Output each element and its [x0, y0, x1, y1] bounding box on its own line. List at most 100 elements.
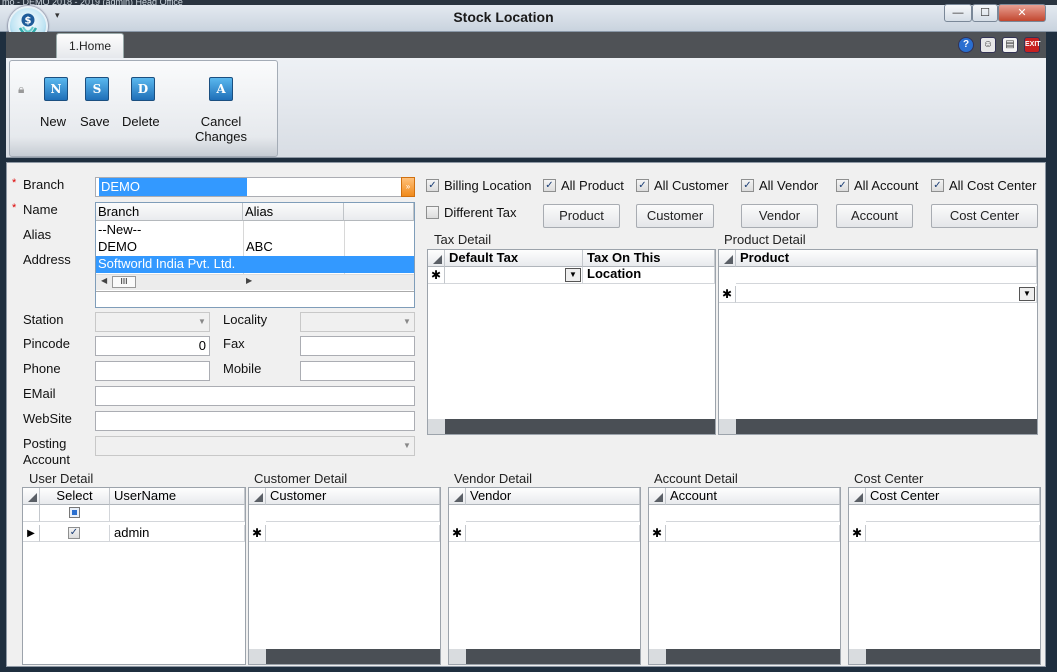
default-tax-cell[interactable]: ▼ [445, 267, 583, 284]
scroll-left-icon[interactable]: ◀ [101, 276, 107, 285]
billing-location-label: Billing Location [444, 178, 532, 193]
all-customer-checkbox[interactable]: ✓ [636, 179, 649, 192]
tax-col-tax-on-location[interactable]: Tax On This Location [583, 250, 715, 281]
delete-button[interactable]: D Delete [122, 77, 164, 129]
dropdown-horizontal-scrollbar[interactable]: ◀ III ▶ [96, 274, 414, 290]
cost-center-col[interactable]: Cost Center [866, 488, 1040, 505]
lock-icon: 🔒︎ [18, 82, 25, 96]
all-vendor-label: All Vendor [759, 178, 819, 193]
user-select-cell[interactable]: ✓ [40, 525, 110, 542]
customer-col[interactable]: Customer [266, 488, 440, 505]
product-detail-grid: Product ✱ ▼ [718, 249, 1038, 435]
product-col-product[interactable]: Product [736, 250, 1037, 267]
tab-home[interactable]: 1.Home [56, 33, 124, 58]
new-row-marker-icon: ✱ [249, 525, 266, 542]
website-input[interactable] [95, 411, 415, 431]
minimize-button[interactable]: — [944, 4, 972, 22]
station-combo[interactable]: ▼ [95, 312, 210, 332]
locality-combo[interactable]: ▼ [300, 312, 415, 332]
tax-col-default-tax[interactable]: Default Tax [445, 250, 583, 267]
scroll-thumb[interactable]: III [112, 276, 136, 288]
product-cell[interactable]: ▼ [736, 286, 1037, 303]
pincode-label: Pincode [23, 336, 70, 351]
chevron-down-icon: ▼ [403, 441, 411, 450]
exit-icon[interactable]: EXIT [1024, 37, 1041, 53]
account-detail-grid: Account ✱ [648, 487, 841, 665]
new-icon: N [44, 77, 68, 101]
help-icon[interactable]: ? [958, 37, 974, 53]
customer-button[interactable]: Customer [636, 204, 714, 228]
new-button[interactable]: N New [40, 77, 72, 129]
user-col-select[interactable]: Select [40, 488, 110, 505]
save-icon: S [85, 77, 109, 101]
mobile-input[interactable] [300, 361, 415, 381]
phone-input[interactable] [95, 361, 210, 381]
pincode-input[interactable]: 0 [95, 336, 210, 356]
all-account-checkbox[interactable]: ✓ [836, 179, 849, 192]
all-cost-center-checkbox[interactable]: ✓ [931, 179, 944, 192]
grid-corner [249, 488, 266, 505]
username-cell[interactable]: admin [110, 525, 245, 542]
account-button[interactable]: Account [836, 204, 913, 228]
branch-combo[interactable]: DEMO » [95, 177, 415, 197]
save-button[interactable]: S Save [80, 77, 114, 129]
chevron-down-icon[interactable]: ▼ [1019, 287, 1035, 301]
select-all-cell[interactable] [40, 505, 110, 522]
all-vendor-checkbox[interactable]: ✓ [741, 179, 754, 192]
dropdown-row[interactable]: DEMO ABC [96, 239, 414, 256]
username-filter-cell[interactable] [110, 505, 245, 522]
tax-detail-grid: Default Tax Tax On This Location ✱ ▼ [427, 249, 716, 435]
alias-label: Alias [23, 227, 52, 242]
grid-corner [23, 488, 40, 505]
fax-input[interactable] [300, 336, 415, 356]
product-button[interactable]: Product [543, 204, 620, 228]
billing-location-checkbox[interactable]: ✓ [426, 179, 439, 192]
dropdown-row-selected[interactable]: Softworld India Pvt. Ltd. [96, 256, 414, 273]
cost-center-button[interactable]: Cost Center [931, 204, 1038, 228]
tax-on-location-cell[interactable] [583, 267, 715, 284]
chevron-down-icon: ▼ [198, 317, 206, 326]
dropdown-filter-box[interactable] [96, 291, 414, 307]
user-col-username[interactable]: UserName [110, 488, 245, 505]
chevron-down-icon[interactable]: ▼ [565, 268, 581, 282]
window-title: Stock Location [453, 9, 554, 25]
mobile-label: Mobile [223, 361, 262, 376]
vendor-col[interactable]: Vendor [466, 488, 640, 505]
grid-footer-corner [719, 419, 736, 434]
email-input[interactable] [95, 386, 415, 406]
different-tax-label: Different Tax [444, 205, 517, 220]
maximize-button[interactable]: ☐ [972, 4, 998, 22]
customer-filter-row [266, 505, 440, 522]
customer-detail-grid: Customer ✱ [248, 487, 441, 665]
product-blank-row [736, 267, 1037, 284]
grid-corner [649, 488, 666, 505]
account-detail-title: Account Detail [652, 471, 740, 486]
cancel-changes-label: Cancel Changes [194, 114, 248, 144]
posting-account-combo[interactable]: ▼ [95, 436, 415, 456]
delete-icon: D [131, 77, 155, 101]
current-row-icon: ▶ [23, 525, 40, 542]
scroll-right-icon[interactable]: ▶ [246, 276, 252, 285]
support-icon[interactable]: ☺ [980, 37, 996, 53]
customer-cell[interactable] [266, 525, 440, 542]
notes-icon[interactable]: ▤ [1002, 37, 1018, 53]
all-product-checkbox[interactable]: ✓ [543, 179, 556, 192]
cancel-changes-button[interactable]: A Cancel Changes [174, 77, 268, 144]
select-all-checkbox[interactable] [69, 507, 80, 518]
vendor-cell[interactable] [466, 525, 640, 542]
account-cell[interactable] [666, 525, 840, 542]
website-label: WebSite [23, 411, 72, 426]
different-tax-checkbox[interactable] [426, 206, 439, 219]
name-label: Name [23, 202, 58, 217]
account-col[interactable]: Account [666, 488, 840, 505]
cost-center-cell[interactable] [866, 525, 1040, 542]
all-customer-label: All Customer [654, 178, 729, 193]
branch-dropdown-icon[interactable]: » [401, 177, 415, 197]
save-label: Save [80, 114, 110, 129]
user-select-checkbox[interactable]: ✓ [68, 527, 80, 539]
dropdown-row[interactable]: --New-- [96, 222, 414, 239]
customer-detail-title: Customer Detail [252, 471, 350, 486]
vendor-button[interactable]: Vendor [741, 204, 818, 228]
close-button[interactable]: ✕ [998, 4, 1046, 22]
dropdown-header-filler [344, 203, 414, 221]
